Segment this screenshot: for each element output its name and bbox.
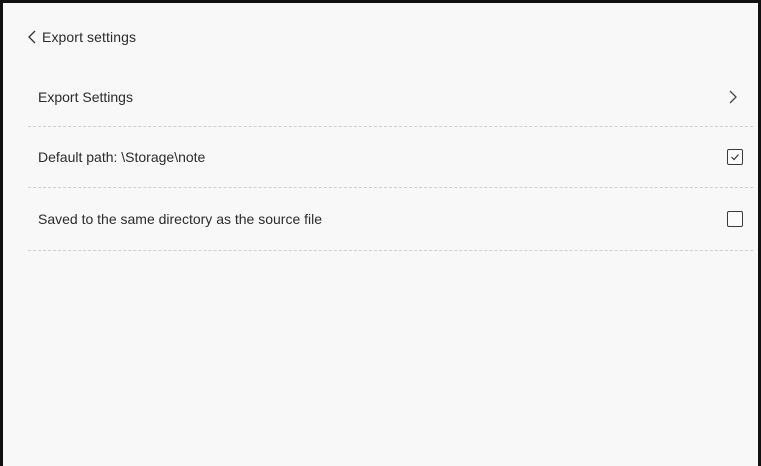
same-directory-label: Saved to the same directory as the sourc…	[38, 211, 323, 227]
same-directory-checkbox[interactable]	[727, 211, 743, 227]
chevron-left-icon[interactable]	[26, 27, 40, 47]
default-path-checkbox[interactable]	[727, 149, 743, 165]
export-settings-row[interactable]: Export Settings	[28, 67, 753, 127]
default-path-label: Default path: \Storage\note	[38, 149, 206, 165]
same-directory-row[interactable]: Saved to the same directory as the sourc…	[28, 188, 753, 251]
page-title: Export settings	[42, 29, 137, 45]
chevron-right-icon[interactable]	[725, 87, 741, 107]
settings-screen: Export settings Export Settings Default …	[0, 0, 761, 466]
default-path-row[interactable]: Default path: \Storage\note	[28, 127, 753, 188]
export-settings-label: Export Settings	[38, 88, 133, 105]
back-button[interactable]: Export settings	[26, 25, 136, 49]
